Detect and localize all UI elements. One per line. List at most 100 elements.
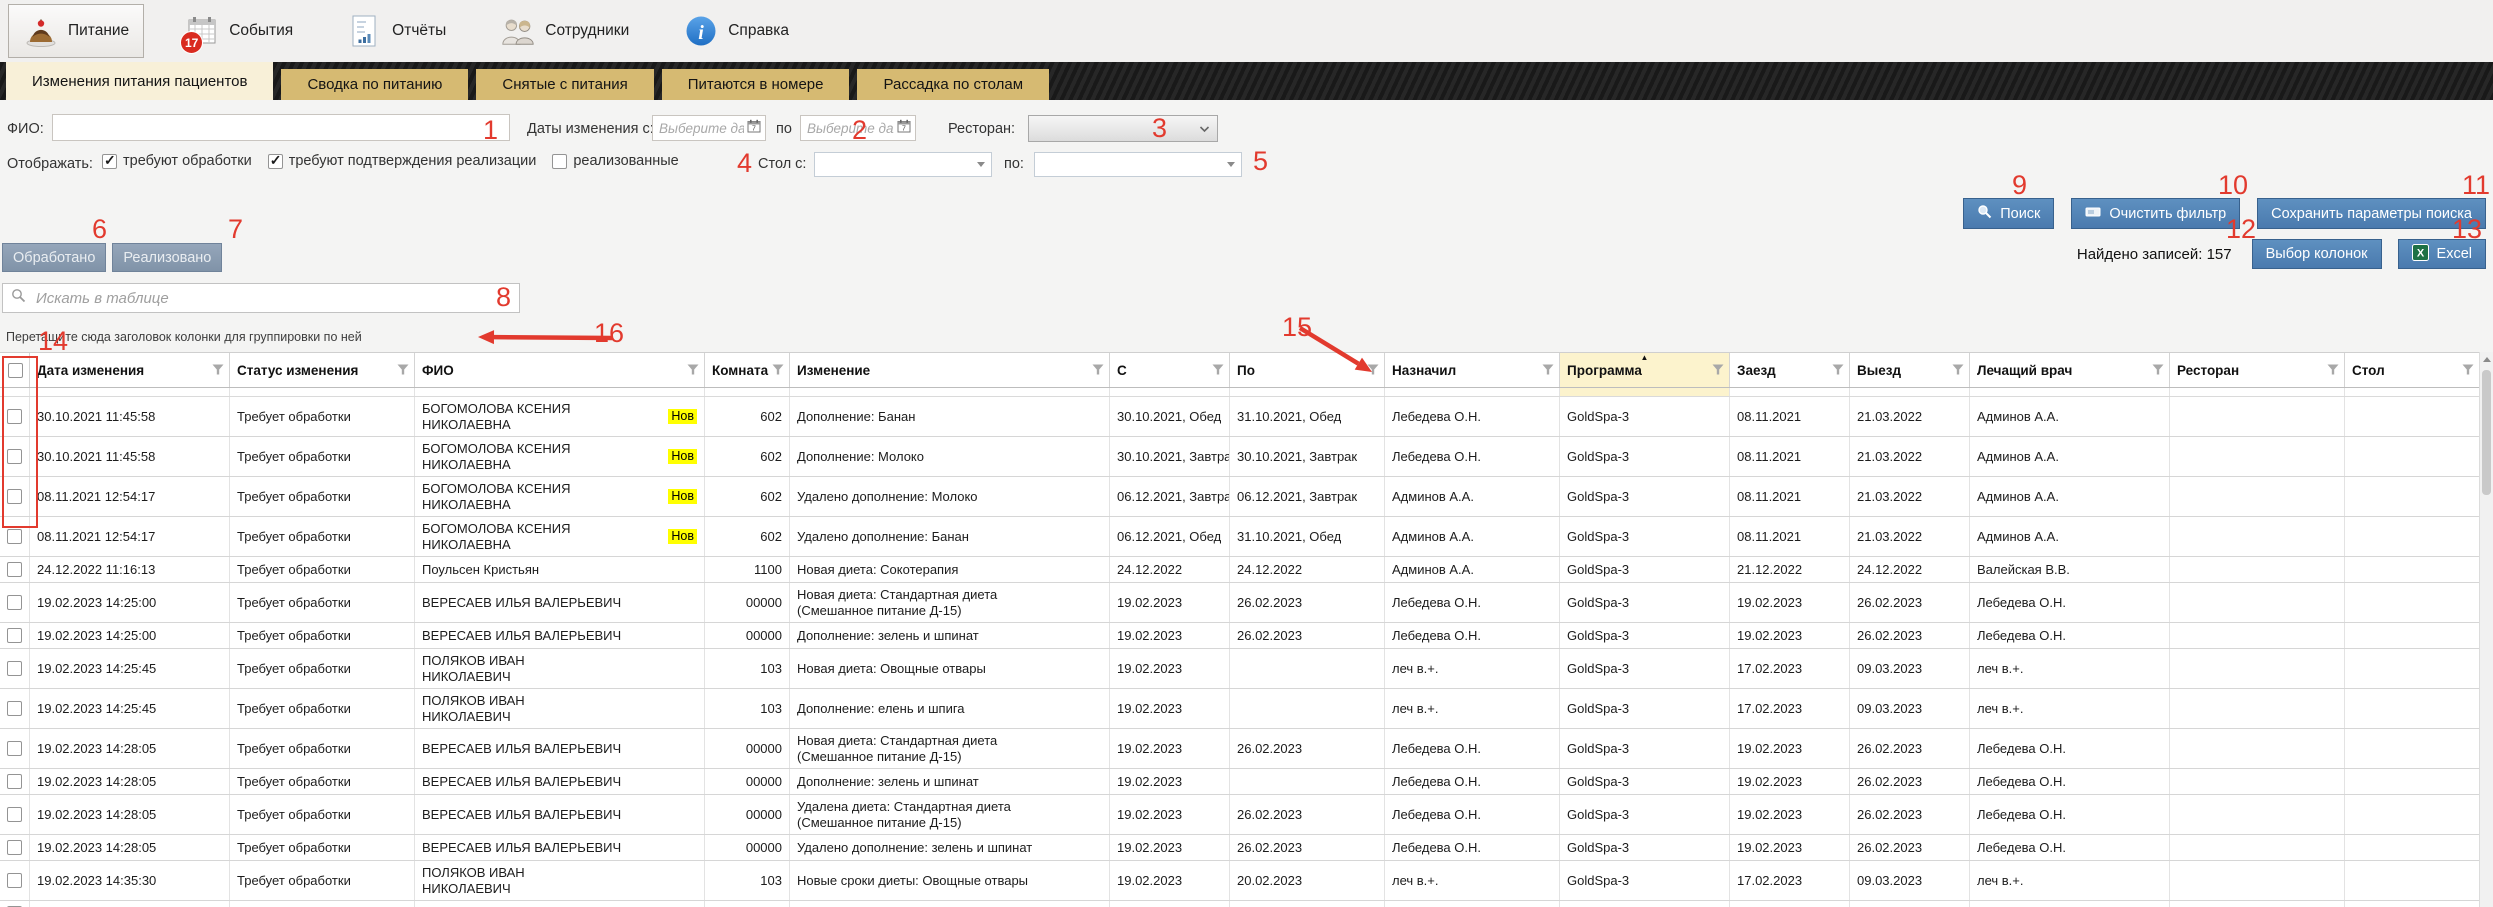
table-row: 30.10.2021 11:45:58Требует обработкиБОГО… [0,437,2480,477]
table-search-input[interactable] [34,289,511,308]
row-checkbox[interactable] [7,489,22,504]
tab-3[interactable]: Снятые с питания [476,69,653,100]
date-from-input[interactable]: Выберите дату 7 [652,115,766,141]
restaurant-dropdown[interactable] [1028,115,1218,142]
scroll-up-icon[interactable] [2480,352,2493,367]
cell-text: Новая диета: Сокотерапия [797,562,958,578]
column-header-from[interactable]: С [1110,353,1230,387]
select-all-checkbox[interactable] [8,363,23,378]
column-header-fio[interactable]: ФИО [415,353,705,387]
filter-funnel-icon[interactable] [1542,363,1554,378]
checkbox-input[interactable] [552,154,567,169]
cell-table [2345,795,2480,834]
filter-funnel-icon[interactable] [1092,363,1104,378]
filter-funnel-icon[interactable] [1952,363,1964,378]
column-header-restaurant[interactable]: Ресторан [2170,353,2345,387]
filter-funnel-icon[interactable] [1212,363,1224,378]
cell-status: Требует обработки [230,649,415,688]
tab-5[interactable]: Рассадка по столам [857,69,1049,100]
column-header-assigned[interactable]: Назначил [1385,353,1560,387]
filter-funnel-icon[interactable] [772,363,784,378]
menu-item-5[interactable]: iСправка [669,5,803,57]
table-search-box[interactable] [2,283,520,313]
cell-change: Дополнение: Молоко [790,437,1110,476]
filter-funnel-icon[interactable] [2152,363,2164,378]
filter-funnel-icon[interactable] [1712,363,1724,378]
column-header-date[interactable]: Дата изменения [30,353,230,387]
magnifier-icon [11,288,26,308]
row-checkbox[interactable] [7,661,22,676]
row-checkbox[interactable] [7,562,22,577]
save-search-params-button[interactable]: Сохранить параметры поиска [2257,198,2486,229]
calendar-small-icon[interactable]: 7 [897,119,911,137]
column-header-departure[interactable]: Выезд [1850,353,1970,387]
clear-filter-button[interactable]: Очистить фильтр [2071,198,2240,229]
cell-date: 19.02.2023 14:28:05 [30,835,230,860]
processed-button[interactable]: Обработано [2,243,106,272]
filter-checkbox-3[interactable]: реализованные [552,153,678,169]
column-header-room[interactable]: Комната [705,353,790,387]
cell-program: GoldSpa-3 [1560,437,1730,476]
filter-funnel-icon[interactable] [1832,363,1844,378]
column-header-to[interactable]: По [1230,353,1385,387]
scrollbar-thumb[interactable] [2482,370,2491,495]
row-checkbox[interactable] [7,807,22,822]
cell-room: 00000 [705,623,790,648]
table-to-dropdown[interactable] [1034,152,1242,177]
cell-room: 1100 [705,557,790,582]
row-checkbox[interactable] [7,701,22,716]
column-header-table[interactable]: Стол [2345,353,2480,387]
cell-text: GoldSpa-3 [1567,807,1629,823]
cell-table [2345,583,2480,622]
cell-to: 20.02.2023 [1230,861,1385,900]
fio-input[interactable] [52,114,510,141]
filter-funnel-icon[interactable] [687,363,699,378]
column-header-doctor[interactable]: Лечащий врач [1970,353,2170,387]
cell-sel [0,477,30,516]
filter-funnel-icon[interactable] [2327,363,2339,378]
row-checkbox[interactable] [7,529,22,544]
vertical-scrollbar[interactable] [2479,352,2493,907]
realized-button[interactable]: Реализовано [112,243,222,272]
date-to-input[interactable]: Выберите дату 7 [800,115,916,141]
menu-item-1[interactable]: Питание [8,4,144,58]
tab-2[interactable]: Сводка по питанию [281,69,468,100]
tab-4[interactable]: Питаются в номере [662,69,850,100]
row-checkbox[interactable] [7,741,22,756]
chevron-down-icon [1199,121,1210,137]
filter-checkbox-1[interactable]: требуют обработки [102,153,252,169]
menu-item-3[interactable]: Отчёты [333,5,460,57]
cell-text: Требует обработки [237,873,351,889]
cell-text: Лебедева О.Н. [1392,595,1481,611]
menu-item-2[interactable]: 17События [170,5,307,57]
row-checkbox[interactable] [7,409,22,424]
calendar-small-icon[interactable]: 7 [747,119,761,137]
row-checkbox[interactable] [7,774,22,789]
cell-program [1560,901,1730,907]
column-header-program[interactable]: Программа▲ [1560,353,1730,387]
row-checkbox[interactable] [7,595,22,610]
filter-funnel-icon[interactable] [1367,363,1379,378]
cell-arrival: 19.02.2023 [1730,795,1850,834]
column-header-status[interactable]: Статус изменения [230,353,415,387]
filter-funnel-icon[interactable] [212,363,224,378]
filter-funnel-icon[interactable] [2462,363,2474,378]
row-checkbox[interactable] [7,628,22,643]
excel-button[interactable]: X Excel [2398,239,2486,269]
cell-text: Лебедева О.Н. [1977,595,2066,611]
menu-item-4[interactable]: Сотрудники [486,5,643,57]
checkbox-input[interactable] [102,154,117,169]
row-checkbox[interactable] [7,873,22,888]
choose-columns-button[interactable]: Выбор колонок [2252,239,2382,269]
search-button[interactable]: Поиск [1963,198,2054,229]
filter-funnel-icon[interactable] [397,363,409,378]
row-checkbox[interactable] [7,840,22,855]
column-header-arrival[interactable]: Заезд [1730,353,1850,387]
tab-1[interactable]: Изменения питания пациентов [6,62,273,100]
table-from-dropdown[interactable] [814,152,992,177]
filter-checkbox-2[interactable]: требуют подтверждения реализации [268,153,537,169]
checkbox-input[interactable] [268,154,283,169]
row-checkbox[interactable] [7,449,22,464]
cell-text: Дополнение: зелень и шпинат [797,774,979,790]
column-header-change[interactable]: Изменение [790,353,1110,387]
